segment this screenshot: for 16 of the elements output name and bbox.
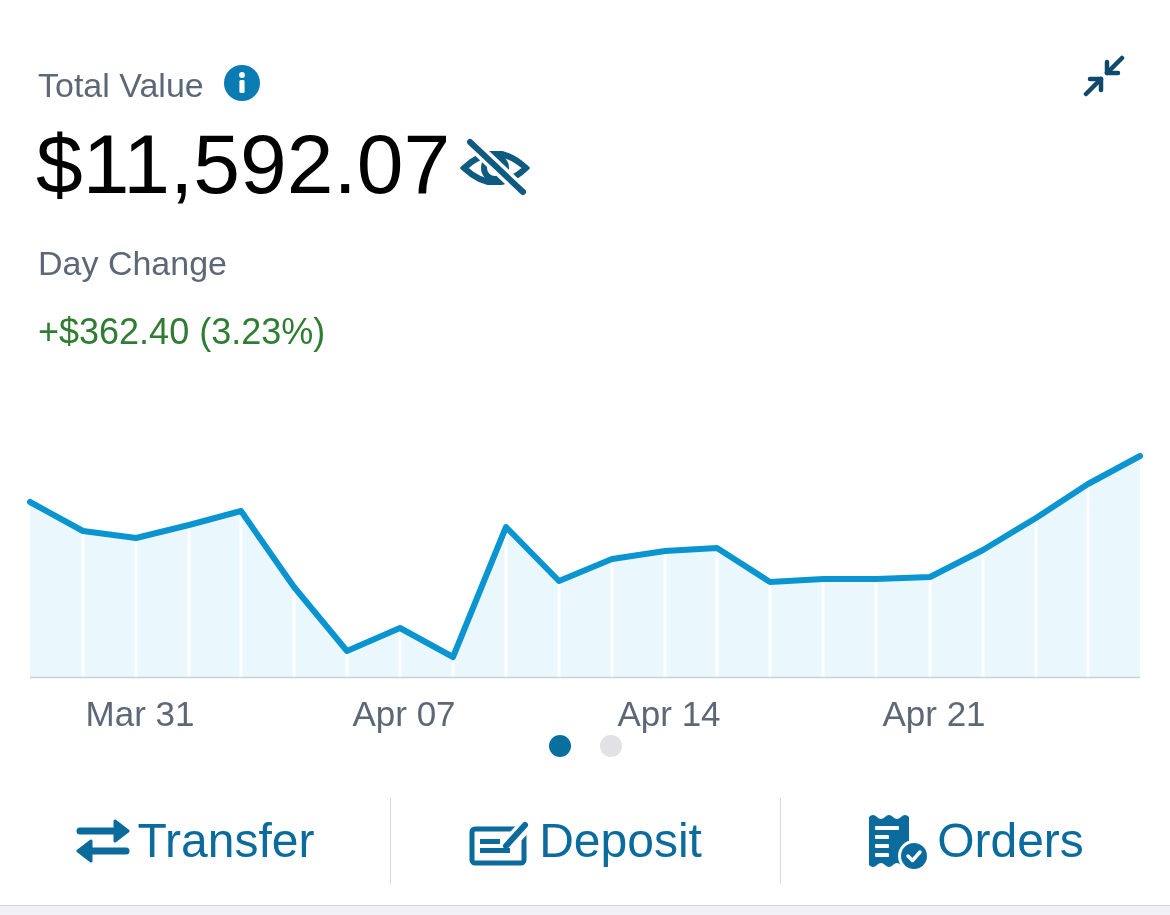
total-value-label: Total Value [38,65,204,105]
day-change-value: +$362.40 (3.23%) [38,312,326,352]
axis-label: Mar 31 [85,694,195,733]
axis-label: Apr 07 [352,694,456,733]
swap-arrows-icon [75,818,130,864]
collapse-icon[interactable] [1083,55,1125,97]
axis-label: Apr 21 [882,694,986,733]
page-dot[interactable] [599,735,622,757]
page-dot[interactable] [548,735,571,757]
day-change-label: Day Change [38,243,227,283]
transfer-button[interactable]: Transfer [75,813,315,869]
axis-label: Apr 14 [617,694,721,733]
info-icon[interactable] [223,65,260,101]
orders-button[interactable]: Orders [867,811,1084,871]
deposit-button[interactable]: Deposit [469,813,702,869]
total-value: $11,592.07 [36,122,451,206]
